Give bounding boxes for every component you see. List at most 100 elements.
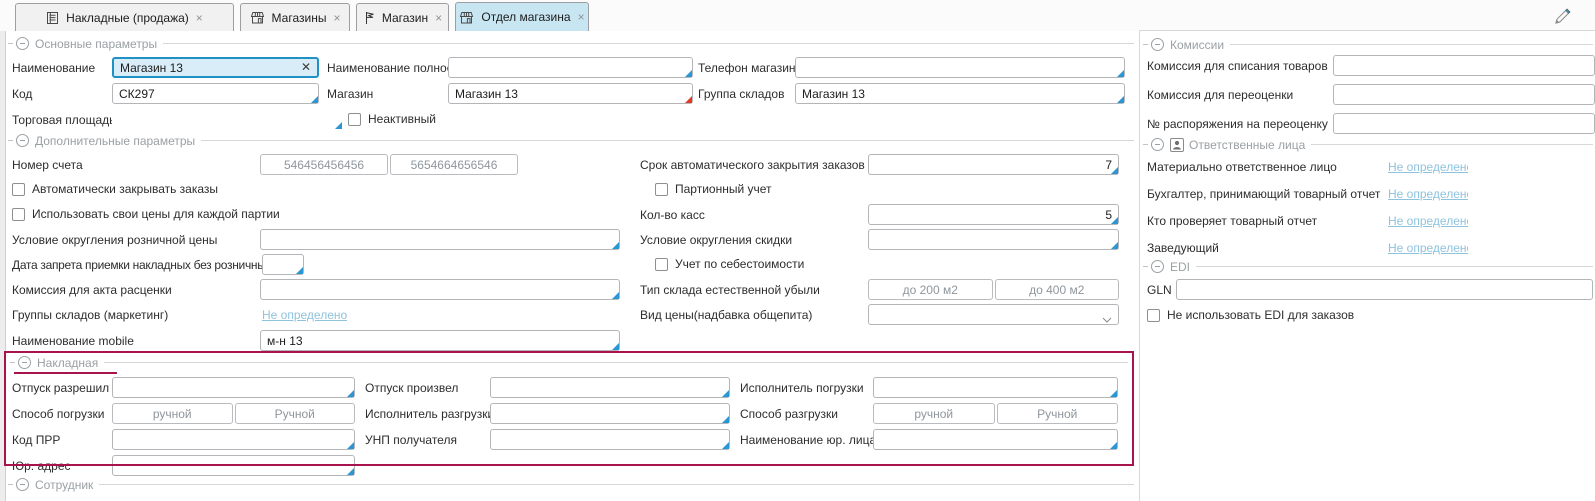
tab-store-department[interactable]: Отдел магазина × bbox=[455, 2, 589, 31]
group-header-additional: Дополнительные параметры bbox=[8, 133, 1134, 148]
name-input[interactable] bbox=[112, 57, 319, 78]
group-header-basic: Основные параметры bbox=[8, 36, 1134, 51]
loading-method-segments: ручной Ручной bbox=[112, 403, 355, 424]
account-number-2[interactable]: 5654664656546 bbox=[390, 154, 518, 175]
group-header-commissions: Комиссии bbox=[1143, 37, 1593, 52]
natural-loss-segments: до 200 м2 до 400 м2 bbox=[868, 279, 1119, 300]
accountant-label: Бухгалтер, принимающий товарный отчет bbox=[1147, 184, 1380, 204]
accountant-link[interactable]: Не определено bbox=[1388, 185, 1468, 203]
group-title: Основные параметры bbox=[35, 37, 157, 51]
auto-close-orders-checkbox[interactable]: Автоматически закрывать заказы bbox=[12, 179, 218, 199]
checkbox-label: Учет по себестоимости bbox=[675, 257, 804, 271]
loading-method-option-1[interactable]: ручной bbox=[112, 403, 233, 424]
tab-close-icon[interactable]: × bbox=[578, 10, 585, 24]
tab-label: Магазины bbox=[272, 11, 327, 25]
revaluation-commission-input[interactable] bbox=[1333, 84, 1595, 105]
group-header-invoice: Накладная bbox=[10, 355, 1128, 370]
manager-link[interactable]: Не определено bbox=[1388, 239, 1468, 257]
tab-store[interactable]: Магазин × bbox=[356, 3, 449, 31]
writeoff-commission-label: Комиссия для списания товаров bbox=[1147, 56, 1328, 76]
group-title: EDI bbox=[1170, 260, 1190, 274]
loading-method-option-2[interactable]: Ручной bbox=[235, 403, 356, 424]
phone-label: Телефон магазина bbox=[698, 58, 802, 78]
legal-address-input[interactable] bbox=[112, 455, 355, 476]
retail-rounding-input[interactable] bbox=[260, 229, 620, 250]
collapse-icon[interactable] bbox=[1151, 38, 1164, 51]
warehouse-group-input[interactable] bbox=[795, 83, 1125, 104]
tab-invoices-sale[interactable]: Накладные (продажа) × bbox=[15, 3, 234, 31]
full-name-input[interactable] bbox=[448, 57, 693, 78]
unp-input[interactable] bbox=[490, 429, 730, 450]
pricing-commission-input[interactable] bbox=[260, 279, 620, 300]
price-kind-select[interactable] bbox=[868, 304, 1119, 325]
writeoff-commission-input[interactable] bbox=[1333, 55, 1595, 76]
code-input[interactable] bbox=[112, 83, 319, 104]
natural-loss-option-2[interactable]: до 400 м2 bbox=[995, 279, 1120, 300]
trade-area-input[interactable] bbox=[112, 109, 343, 130]
price-kind-label: Вид цены(надбавка общепита) bbox=[640, 305, 812, 325]
checkbox-label: Партионный учет bbox=[675, 182, 772, 196]
prr-code-input[interactable] bbox=[112, 429, 355, 450]
discount-rounding-input[interactable] bbox=[868, 229, 1119, 250]
store-icon bbox=[250, 11, 265, 24]
gln-input[interactable] bbox=[1176, 279, 1593, 300]
marketing-groups-link[interactable]: Не определено bbox=[262, 306, 347, 324]
chevron-down-icon[interactable] bbox=[1102, 312, 1112, 326]
marketing-groups-label: Группы складов (маркетинг) bbox=[12, 305, 168, 325]
collapse-icon[interactable] bbox=[1151, 138, 1164, 151]
prr-code-label: Код ПРР bbox=[12, 430, 60, 450]
group-header-responsible: Ответственные лица bbox=[1143, 137, 1593, 152]
own-prices-checkbox[interactable]: Использовать свои цены для каждой партии bbox=[12, 204, 280, 224]
ban-date-input[interactable] bbox=[262, 254, 304, 275]
tab-label: Магазин bbox=[382, 11, 428, 25]
tab-close-icon[interactable]: × bbox=[196, 11, 203, 25]
clear-icon[interactable]: ✕ bbox=[299, 60, 313, 74]
mol-link[interactable]: Не определено bbox=[1388, 158, 1468, 176]
auto-close-term-input[interactable] bbox=[868, 154, 1119, 175]
collapse-icon[interactable] bbox=[1151, 260, 1164, 273]
unloading-executor-input[interactable] bbox=[490, 403, 730, 424]
collapse-icon[interactable] bbox=[16, 134, 29, 147]
no-edi-checkbox[interactable]: Не использовать EDI для заказов bbox=[1147, 305, 1354, 325]
unloading-method-label: Способ разгрузки bbox=[740, 404, 838, 424]
warehouse-group-label: Группа складов bbox=[698, 84, 784, 104]
revaluation-order-input[interactable] bbox=[1333, 113, 1595, 134]
cost-accounting-checkbox[interactable]: Учет по себестоимости bbox=[655, 254, 804, 274]
manager-label: Заведующий bbox=[1147, 238, 1219, 258]
batch-accounting-checkbox[interactable]: Партионный учет bbox=[655, 179, 772, 199]
checker-link[interactable]: Не определено bbox=[1388, 212, 1468, 230]
tab-bar: Накладные (продажа) × Магазины × Магазин… bbox=[0, 0, 1595, 31]
account-number-1[interactable]: 546456456456 bbox=[260, 154, 388, 175]
account-number-segments: 546456456456 5654664656546 bbox=[260, 154, 518, 175]
edit-pencil-icon[interactable] bbox=[1551, 6, 1573, 28]
release-allowed-input[interactable] bbox=[112, 377, 355, 398]
collapse-icon[interactable] bbox=[18, 356, 31, 369]
pricing-commission-label: Комиссия для акта расценки bbox=[12, 280, 172, 300]
collapse-icon[interactable] bbox=[16, 478, 29, 491]
group-title: Дополнительные параметры bbox=[35, 134, 195, 148]
checkbox-label: Автоматически закрывать заказы bbox=[32, 182, 218, 196]
unloading-method-option-2[interactable]: Ручной bbox=[997, 403, 1119, 424]
group-title: Сотрудник bbox=[35, 478, 93, 492]
unloading-method-option-1[interactable]: ручной bbox=[873, 403, 995, 424]
gln-label: GLN bbox=[1147, 280, 1172, 300]
revaluation-commission-label: Комиссия для переоценки bbox=[1147, 85, 1293, 105]
store-input[interactable] bbox=[448, 83, 693, 104]
natural-loss-option-1[interactable]: до 200 м2 bbox=[868, 279, 993, 300]
phone-input[interactable] bbox=[795, 57, 1125, 78]
mobile-name-input[interactable] bbox=[260, 330, 620, 351]
inactive-checkbox[interactable]: Неактивный bbox=[348, 109, 436, 129]
release-made-input[interactable] bbox=[490, 377, 730, 398]
tab-close-icon[interactable]: × bbox=[435, 11, 442, 25]
group-title: Ответственные лица bbox=[1189, 138, 1305, 152]
unloading-executor-label: Исполнитель разгрузки bbox=[365, 404, 494, 424]
collapse-icon[interactable] bbox=[16, 37, 29, 50]
tab-stores[interactable]: Магазины × bbox=[240, 3, 350, 31]
cash-desks-input[interactable] bbox=[868, 204, 1119, 225]
loading-executor-input[interactable] bbox=[873, 377, 1118, 398]
legal-name-input[interactable] bbox=[873, 429, 1118, 450]
tab-close-icon[interactable]: × bbox=[333, 11, 340, 25]
checkbox-box bbox=[12, 183, 25, 196]
left-splitter[interactable] bbox=[0, 31, 6, 501]
flag-icon bbox=[363, 11, 375, 25]
